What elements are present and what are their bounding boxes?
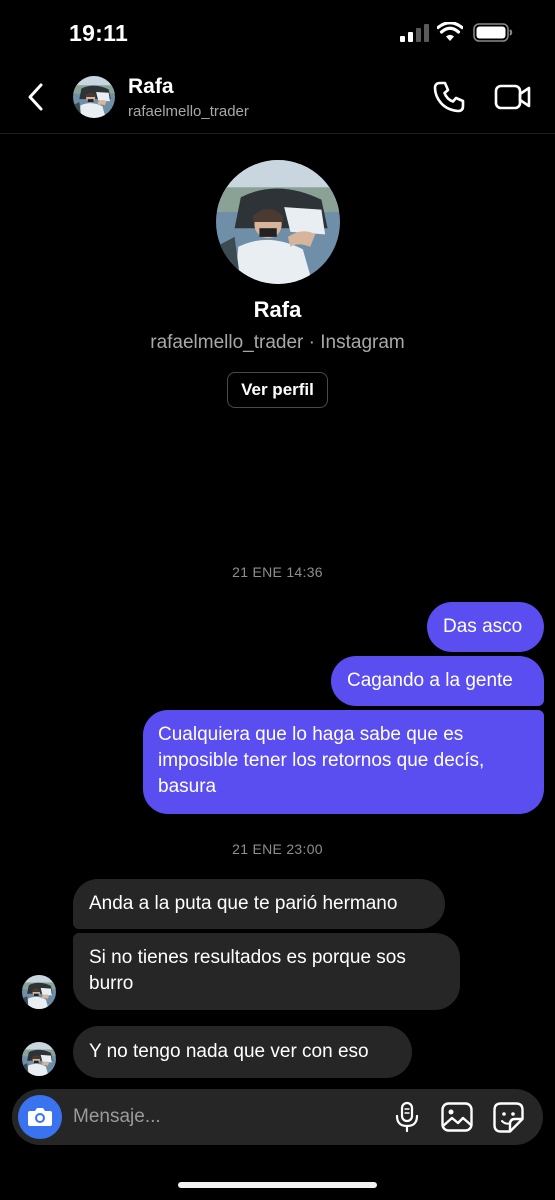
timestamp: 21 ENE 23:00 <box>232 841 323 857</box>
camera-icon <box>28 1108 52 1126</box>
battery-icon <box>473 23 513 42</box>
message-text-line: Cualquiera que lo haga sabe que es <box>158 724 464 745</box>
microphone-icon[interactable] <box>394 1101 420 1133</box>
message-bubble-outgoing[interactable]: Das asco <box>427 602 544 652</box>
message-bubble-outgoing[interactable]: Cagando a la gente <box>331 656 544 706</box>
header-avatar[interactable] <box>73 76 115 118</box>
message-text-line: imposible tener los retornos que decís, <box>158 750 485 771</box>
sender-avatar[interactable] <box>22 1042 56 1076</box>
contact-username[interactable]: rafaelmello_trader <box>128 103 249 120</box>
profile-name: Rafa <box>253 297 302 322</box>
home-indicator[interactable] <box>178 1182 377 1188</box>
message-text-line: basura <box>158 776 217 797</box>
message-bubble-incoming[interactable]: Y no tengo nada que ver con eso <box>73 1026 412 1078</box>
message-text: Cagando a la gente <box>347 670 513 691</box>
message-text: Das asco <box>443 616 523 637</box>
message-bubble-incoming[interactable]: Anda a la puta que te parió hermano <box>73 879 445 929</box>
back-arrow-icon[interactable] <box>22 80 52 114</box>
message-input[interactable] <box>73 1097 373 1137</box>
person-photo-icon <box>22 1042 56 1076</box>
sticker-icon[interactable] <box>493 1102 524 1133</box>
status-bar: 19:11 <box>0 0 555 62</box>
profile-subtitle: rafaelmello_trader · Instagram <box>150 332 405 353</box>
message-bubble-outgoing[interactable]: Cualquiera que lo haga sabe que es impos… <box>143 710 544 814</box>
view-profile-button[interactable]: Ver perfil <box>227 372 328 408</box>
gallery-icon[interactable] <box>441 1102 473 1132</box>
chat-header: Rafa rafaelmello_trader <box>0 62 555 134</box>
message-composer <box>12 1089 543 1145</box>
contact-name[interactable]: Rafa <box>128 75 174 99</box>
video-call-icon[interactable] <box>494 81 532 113</box>
profile-avatar[interactable] <box>216 160 340 284</box>
message-text: Anda a la puta que te parió hermano <box>89 893 398 914</box>
wifi-icon <box>437 22 463 41</box>
timestamp: 21 ENE 14:36 <box>232 564 323 580</box>
message-bubble-incoming[interactable]: Si no tienes resultados es porque sos bu… <box>73 933 460 1010</box>
message-text-line: Si no tienes resultados es porque sos <box>89 947 406 968</box>
cellular-signal-icon <box>400 24 429 42</box>
sender-avatar[interactable] <box>22 975 56 1009</box>
message-text-line: burro <box>89 973 134 994</box>
person-photo-icon <box>22 975 56 1009</box>
message-text: Y no tengo nada que ver con eso <box>89 1041 369 1062</box>
person-photo-icon <box>73 76 115 118</box>
person-photo-icon <box>216 160 340 284</box>
phone-call-icon[interactable] <box>432 80 466 114</box>
camera-button[interactable] <box>18 1095 62 1139</box>
status-time: 19:11 <box>69 20 129 46</box>
